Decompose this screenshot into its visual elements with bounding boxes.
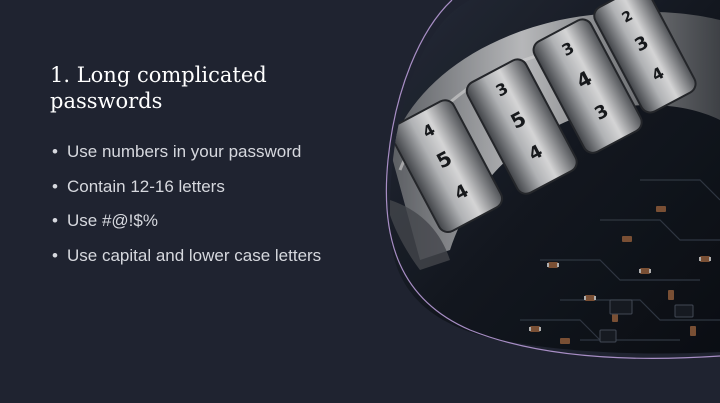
slide: 1. Long complicated passwords • Use numbe…	[0, 0, 720, 403]
combination-lock-image: 4 5 4 3 5 4 3 4 3 2 3 4	[385, 0, 720, 360]
